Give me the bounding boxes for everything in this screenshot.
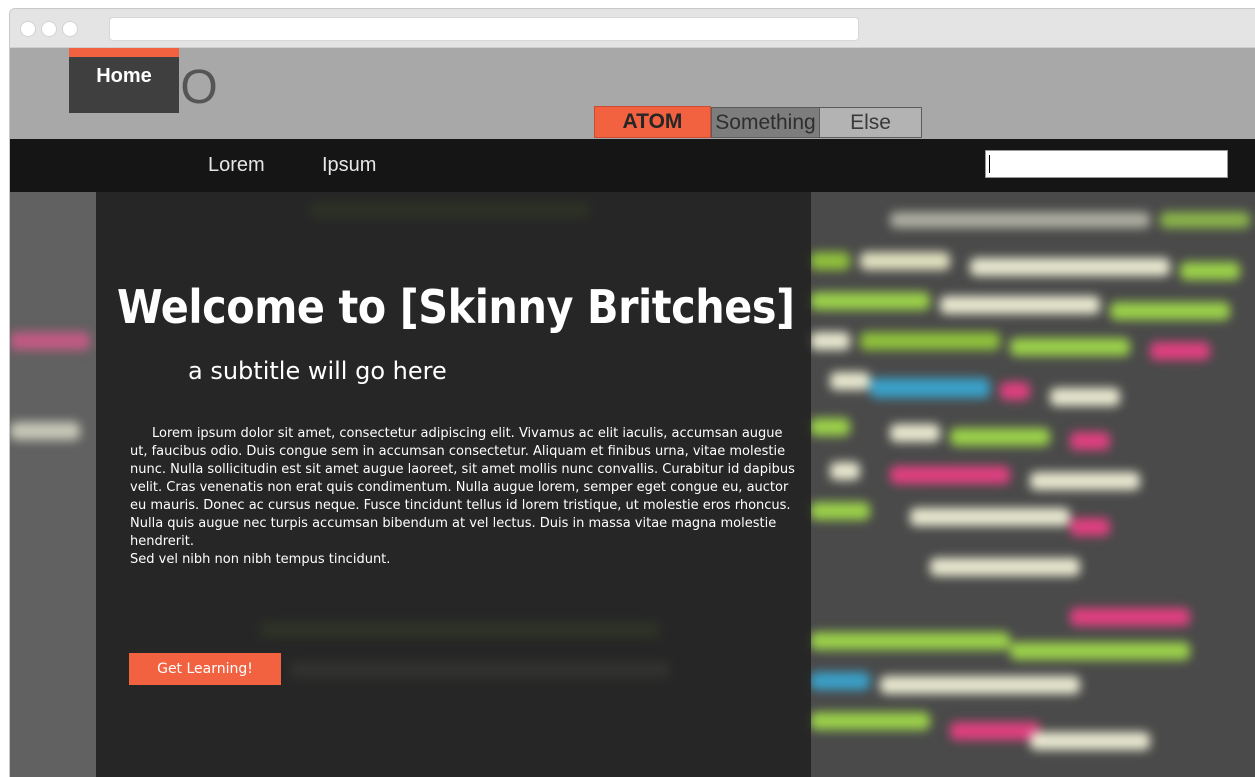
nav-item-ipsum[interactable]: Ipsum [322,139,376,192]
text-cursor [989,155,990,173]
site-header: LOGO ATOM Something Else [10,48,1255,139]
browser-titlebar [10,9,1255,48]
tab-something[interactable]: Something [711,107,819,138]
get-learning-button[interactable]: Get Learning! [129,653,281,685]
hero-body-text: Lorem ipsum dolor sit amet, consectetur … [130,425,795,569]
minimize-window-icon[interactable] [41,21,57,37]
tab-else[interactable]: Else [819,107,922,138]
address-bar[interactable] [109,17,859,41]
tab-atom[interactable]: ATOM [594,106,711,138]
hero-body-paragraph: Lorem ipsum dolor sit amet, consectetur … [130,426,795,549]
hero-subtitle: a subtitle will go here [188,357,447,385]
maximize-window-icon[interactable] [62,21,78,37]
hero-body-last-line: Sed vel nibh non nibh tempus tincidunt. [130,552,391,567]
web-page: LOGO ATOM Something Else [10,48,1255,777]
hero-side-overlay [10,192,96,777]
nav-item-home[interactable]: Home [69,48,179,113]
nav-item-lorem[interactable]: Lorem [208,139,265,192]
search-input[interactable] [985,150,1228,178]
close-window-icon[interactable] [20,21,36,37]
hero-title: Welcome to [Skinny Britches] [117,280,795,334]
browser-window: LOGO ATOM Something Else [9,8,1255,777]
